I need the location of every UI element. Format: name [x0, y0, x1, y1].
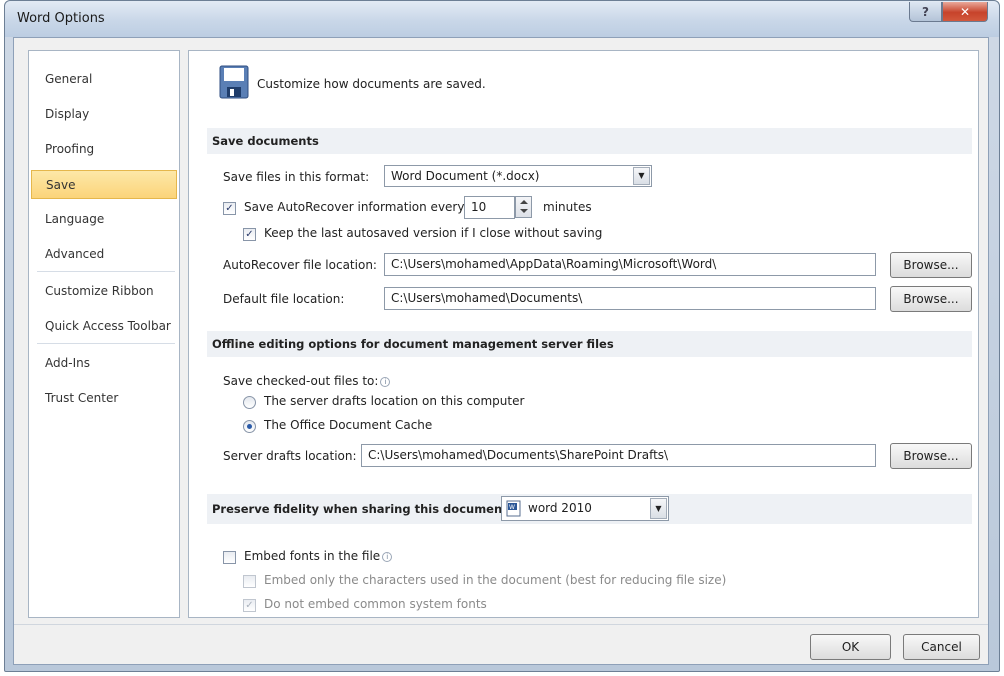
- section-save-documents: Save documents: [207, 128, 972, 154]
- embed-fonts-label: Embed fonts in the file i: [244, 549, 393, 563]
- sidebar-item-quick-access-toolbar[interactable]: Quick Access Toolbar: [31, 312, 177, 341]
- sidebar-item-advanced[interactable]: Advanced: [31, 240, 177, 269]
- autorecover-minutes-spinner[interactable]: [515, 196, 532, 218]
- sidebar-item-proofing[interactable]: Proofing: [31, 135, 177, 164]
- floppy-disk-icon: [219, 65, 249, 102]
- radio-server-drafts-label: The server drafts location on this compu…: [264, 394, 525, 408]
- footer-divider: [14, 624, 988, 625]
- cancel-button[interactable]: Cancel: [903, 634, 980, 660]
- radio-server-drafts[interactable]: [243, 396, 256, 409]
- word-options-window: Word Options ? ✕ General Display Proofin…: [4, 0, 1000, 672]
- server-drafts-browse-button[interactable]: Browse...: [890, 443, 972, 469]
- autorecover-label: Save AutoRecover information every: [244, 200, 465, 214]
- chevron-down-icon: ▼: [633, 167, 650, 185]
- word-document-icon: W: [506, 500, 522, 525]
- embed-only-used-characters-checkbox[interactable]: [243, 575, 256, 588]
- save-options-panel: Customize how documents are saved. Save …: [188, 50, 979, 618]
- autorecover-checkbox[interactable]: ✓: [223, 202, 236, 215]
- autorecover-location-label: AutoRecover file location:: [223, 258, 377, 272]
- sidebar-item-language[interactable]: Language: [31, 205, 177, 234]
- save-checked-out-label: Save checked-out files to: i: [223, 374, 391, 388]
- embed-only-used-characters-label: Embed only the characters used in the do…: [264, 573, 727, 587]
- sidebar-divider: [37, 271, 175, 272]
- title-bar[interactable]: Word Options ? ✕: [5, 1, 999, 37]
- sidebar-item-display[interactable]: Display: [31, 100, 177, 129]
- do-not-embed-system-fonts-label: Do not embed common system fonts: [264, 597, 487, 611]
- sidebar-divider: [37, 343, 175, 344]
- sidebar-item-general[interactable]: General: [31, 65, 177, 94]
- window-title: Word Options: [17, 11, 105, 26]
- page-title: Customize how documents are saved.: [257, 77, 486, 91]
- radio-office-document-cache-label: The Office Document Cache: [264, 418, 433, 432]
- embed-fonts-checkbox[interactable]: [223, 551, 236, 564]
- default-location-input[interactable]: C:\Users\mohamed\Documents\: [384, 287, 876, 310]
- radio-office-document-cache[interactable]: [243, 420, 256, 433]
- save-format-label: Save files in this format:: [223, 170, 370, 184]
- options-sidebar: General Display Proofing Save Language A…: [28, 50, 180, 618]
- autorecover-location-input[interactable]: C:\Users\mohamed\AppData\Roaming\Microso…: [384, 253, 876, 276]
- keep-last-autosaved-checkbox[interactable]: ✓: [243, 228, 256, 241]
- fidelity-document-value: word 2010: [528, 501, 592, 515]
- default-location-browse-button[interactable]: Browse...: [890, 286, 972, 312]
- minutes-label: minutes: [543, 200, 592, 214]
- save-checked-out-text: Save checked-out files to:: [223, 374, 379, 388]
- save-format-dropdown[interactable]: Word Document (*.docx) ▼: [384, 165, 652, 187]
- sidebar-item-customize-ribbon[interactable]: Customize Ribbon: [31, 277, 177, 306]
- default-location-label: Default file location:: [223, 292, 345, 306]
- info-icon: i: [380, 376, 391, 387]
- svg-text:W: W: [509, 504, 515, 511]
- dialog-body: General Display Proofing Save Language A…: [13, 37, 989, 665]
- close-button[interactable]: ✕: [942, 2, 988, 22]
- section-offline-editing: Offline editing options for document man…: [207, 331, 972, 357]
- save-format-value: Word Document (*.docx): [391, 169, 540, 183]
- fidelity-document-dropdown[interactable]: W word 2010 ▼: [501, 496, 669, 521]
- chevron-down-icon: ▼: [650, 498, 667, 519]
- info-icon: i: [382, 551, 393, 562]
- ok-button[interactable]: OK: [810, 634, 891, 660]
- help-icon: ?: [922, 4, 929, 19]
- do-not-embed-system-fonts-checkbox[interactable]: ✓: [243, 599, 256, 612]
- sidebar-item-add-ins[interactable]: Add-Ins: [31, 349, 177, 378]
- close-icon: ✕: [959, 4, 971, 19]
- sidebar-item-save[interactable]: Save: [31, 170, 177, 199]
- autorecover-browse-button[interactable]: Browse...: [890, 252, 972, 278]
- sidebar-item-trust-center[interactable]: Trust Center: [31, 384, 177, 413]
- help-button[interactable]: ?: [909, 2, 942, 22]
- embed-fonts-text: Embed fonts in the file: [244, 549, 381, 563]
- keep-last-autosaved-label: Keep the last autosaved version if I clo…: [264, 226, 603, 240]
- server-drafts-location-label: Server drafts location:: [223, 449, 357, 463]
- server-drafts-location-input[interactable]: C:\Users\mohamed\Documents\SharePoint Dr…: [361, 444, 876, 467]
- autorecover-minutes-input[interactable]: 10: [464, 196, 515, 219]
